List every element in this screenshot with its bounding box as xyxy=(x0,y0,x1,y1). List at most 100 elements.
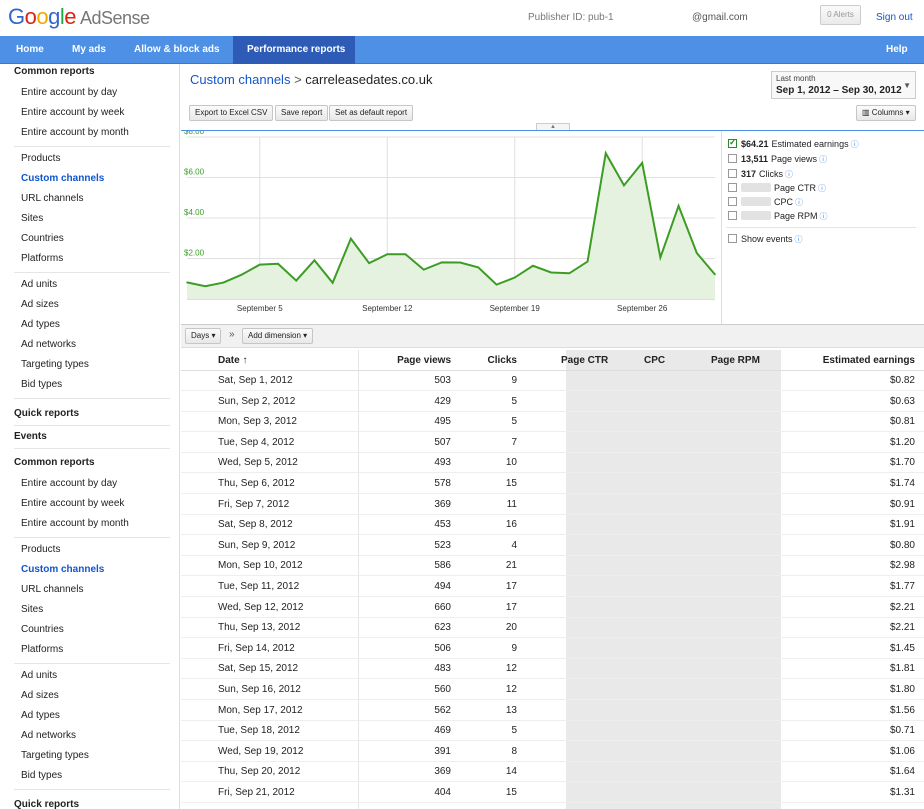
col-header-page-views[interactable]: Page views xyxy=(361,351,451,371)
cell-earnings: $1.81 xyxy=(889,663,915,675)
legend-row-page-views[interactable]: 13,511 Page views ⓘ xyxy=(728,154,827,165)
cell-page-views: 494 xyxy=(434,581,451,592)
sidebar-item-ad-networks[interactable]: Ad networks xyxy=(21,339,76,350)
sidebar-item-targeting-types[interactable]: Targeting types xyxy=(21,750,89,761)
help-icon[interactable]: ⓘ xyxy=(785,170,793,179)
save-report-button[interactable]: Save report xyxy=(275,105,329,121)
sidebar-item-ad-types[interactable]: Ad types xyxy=(21,319,60,330)
google-adsense-logo[interactable]: Google AdSense xyxy=(8,4,150,30)
legend-row-earnings[interactable]: $64.21Estimated earningsⓘ xyxy=(728,137,859,150)
earnings-data-point xyxy=(204,285,207,288)
sidebar-item-account-by-month[interactable]: Entire account by month xyxy=(21,518,129,529)
help-icon[interactable]: ⓘ xyxy=(818,184,826,193)
date-range-picker[interactable]: Last month Sep 1, 2012 – Sep 30, 2012 ▼ xyxy=(771,71,916,99)
sidebar-item-ad-sizes[interactable]: Ad sizes xyxy=(21,299,59,310)
cell-earnings: $1.77 xyxy=(889,581,915,592)
help-icon[interactable]: ⓘ xyxy=(851,140,859,149)
sidebar-item-sites[interactable]: Sites xyxy=(21,604,43,615)
cell-clicks: 11 xyxy=(506,498,517,510)
sidebar-item-account-by-day[interactable]: Entire account by day xyxy=(21,478,117,489)
sidebar-heading-events[interactable]: Events xyxy=(14,431,47,442)
breadcrumb-current: carreleasedates.co.uk xyxy=(305,72,433,87)
legend-row-page-ctr[interactable]: Page CTR ⓘ xyxy=(728,183,826,194)
x-tick-label: September 12 xyxy=(362,304,413,313)
sidebar-item-products[interactable]: Products xyxy=(21,153,60,164)
help-icon[interactable]: ⓘ xyxy=(819,155,827,164)
legend-row-cpc[interactable]: CPC ⓘ xyxy=(728,197,803,208)
checkbox[interactable] xyxy=(728,137,737,148)
col-header-date[interactable]: Date ↑ xyxy=(218,351,358,371)
sidebar-heading-quick-reports[interactable]: Quick reports xyxy=(14,408,79,419)
sidebar-item-account-by-week[interactable]: Entire account by week xyxy=(21,107,124,118)
col-header-page-ctr[interactable]: Page CTR xyxy=(561,351,608,371)
sidebar-item-url-channels[interactable]: URL channels xyxy=(21,193,83,204)
nav-performance-reports[interactable]: Performance reports xyxy=(233,36,355,64)
sidebar-item-platforms[interactable]: Platforms xyxy=(21,253,63,264)
legend-row-page-rpm[interactable]: Page RPM ⓘ xyxy=(728,211,828,222)
sidebar-item-bid-types[interactable]: Bid types xyxy=(21,770,62,781)
help-icon[interactable]: ⓘ xyxy=(820,212,828,221)
sidebar-item-custom-channels[interactable]: Custom channels xyxy=(21,564,104,575)
sidebar-item-ad-sizes[interactable]: Ad sizes xyxy=(21,690,59,701)
cell-date: Sun, Sep 9, 2012 xyxy=(218,539,296,551)
sidebar-item-ad-types[interactable]: Ad types xyxy=(21,710,60,721)
sidebar-item-products[interactable]: Products xyxy=(21,544,60,555)
sidebar-item-countries[interactable]: Countries xyxy=(21,233,64,244)
set-default-report-button[interactable]: Set as default report xyxy=(329,105,414,121)
col-header-cpc[interactable]: CPC xyxy=(644,351,665,371)
alerts-button[interactable]: 0 Alerts xyxy=(820,5,861,25)
sign-out-link[interactable]: Sign out xyxy=(876,12,913,23)
export-csv-button[interactable]: Export to Excel CSV xyxy=(189,105,274,121)
sidebar-item-account-by-day[interactable]: Entire account by day xyxy=(21,87,117,98)
legend-row-clicks[interactable]: 317 Clicks ⓘ xyxy=(728,169,793,180)
checkbox[interactable] xyxy=(728,234,737,243)
sidebar-item-sites[interactable]: Sites xyxy=(21,213,43,224)
checkbox[interactable] xyxy=(728,169,737,178)
col-header-clicks[interactable]: Clicks xyxy=(451,351,517,371)
sidebar-item-targeting-types[interactable]: Targeting types xyxy=(21,359,89,370)
sidebar-item-ad-units[interactable]: Ad units xyxy=(21,670,57,681)
nav-my-ads[interactable]: My ads xyxy=(66,36,112,64)
help-icon[interactable]: ⓘ xyxy=(795,235,803,244)
checkbox[interactable] xyxy=(728,183,737,192)
sidebar-item-ad-networks[interactable]: Ad networks xyxy=(21,730,76,741)
nav-home[interactable]: Home xyxy=(10,36,50,64)
breadcrumb-parent-link[interactable]: Custom channels xyxy=(190,72,290,87)
add-dimension-dropdown[interactable]: Add dimension ▾ xyxy=(242,328,314,344)
sidebar-item-countries[interactable]: Countries xyxy=(21,624,64,635)
earnings-data-point xyxy=(459,261,461,264)
sidebar-item-custom-channels[interactable]: Custom channels xyxy=(21,173,104,184)
days-dropdown[interactable]: Days ▾ xyxy=(185,328,222,344)
nav-allow-block-ads[interactable]: Allow & block ads xyxy=(128,36,226,64)
earnings-data-point xyxy=(331,282,334,284)
checkbox[interactable] xyxy=(728,197,737,206)
col-header-earnings[interactable]: Estimated earnings xyxy=(781,351,915,371)
sidebar-item-bid-types[interactable]: Bid types xyxy=(21,379,62,390)
table-row: Sat, Sep 15, 2012 483 12 $1.81 xyxy=(181,659,924,680)
sidebar-item-account-by-month[interactable]: Entire account by month xyxy=(21,127,129,138)
nav-help[interactable]: Help xyxy=(880,36,914,64)
checkbox[interactable] xyxy=(728,154,737,163)
cell-earnings: $1.70 xyxy=(889,457,915,469)
checkbox[interactable] xyxy=(728,211,737,220)
help-icon[interactable]: ⓘ xyxy=(795,198,803,207)
sidebar-item-url-channels[interactable]: URL channels xyxy=(21,584,83,595)
sidebar-item-account-by-week[interactable]: Entire account by week xyxy=(21,498,124,509)
date-range-value: Sep 1, 2012 – Sep 30, 2012 xyxy=(776,85,902,96)
table-row: Wed, Sep 5, 2012 493 10 $1.70 xyxy=(181,453,924,474)
sidebar-divider xyxy=(14,789,170,790)
cell-date: Fri, Sep 21, 2012 xyxy=(218,787,295,798)
sidebar-heading-quick-reports[interactable]: Quick reports xyxy=(14,799,79,809)
cell-page-views: 369 xyxy=(434,498,451,510)
col-header-page-rpm[interactable]: Page RPM xyxy=(711,351,760,371)
legend-label: Page CTR xyxy=(774,183,817,193)
legend-label: CPC xyxy=(774,197,794,207)
earnings-data-point xyxy=(695,252,698,254)
sidebar-item-ad-units[interactable]: Ad units xyxy=(21,279,57,290)
sidebar-item-platforms[interactable]: Platforms xyxy=(21,644,63,655)
cell-page-views: 503 xyxy=(434,375,451,386)
table-row: Wed, Sep 19, 2012 391 8 $1.06 xyxy=(181,742,924,762)
columns-button[interactable]: ▥ Columns ▾ xyxy=(856,105,916,121)
earnings-data-point xyxy=(350,237,352,240)
show-events-toggle[interactable]: Show events ⓘ xyxy=(728,234,803,245)
